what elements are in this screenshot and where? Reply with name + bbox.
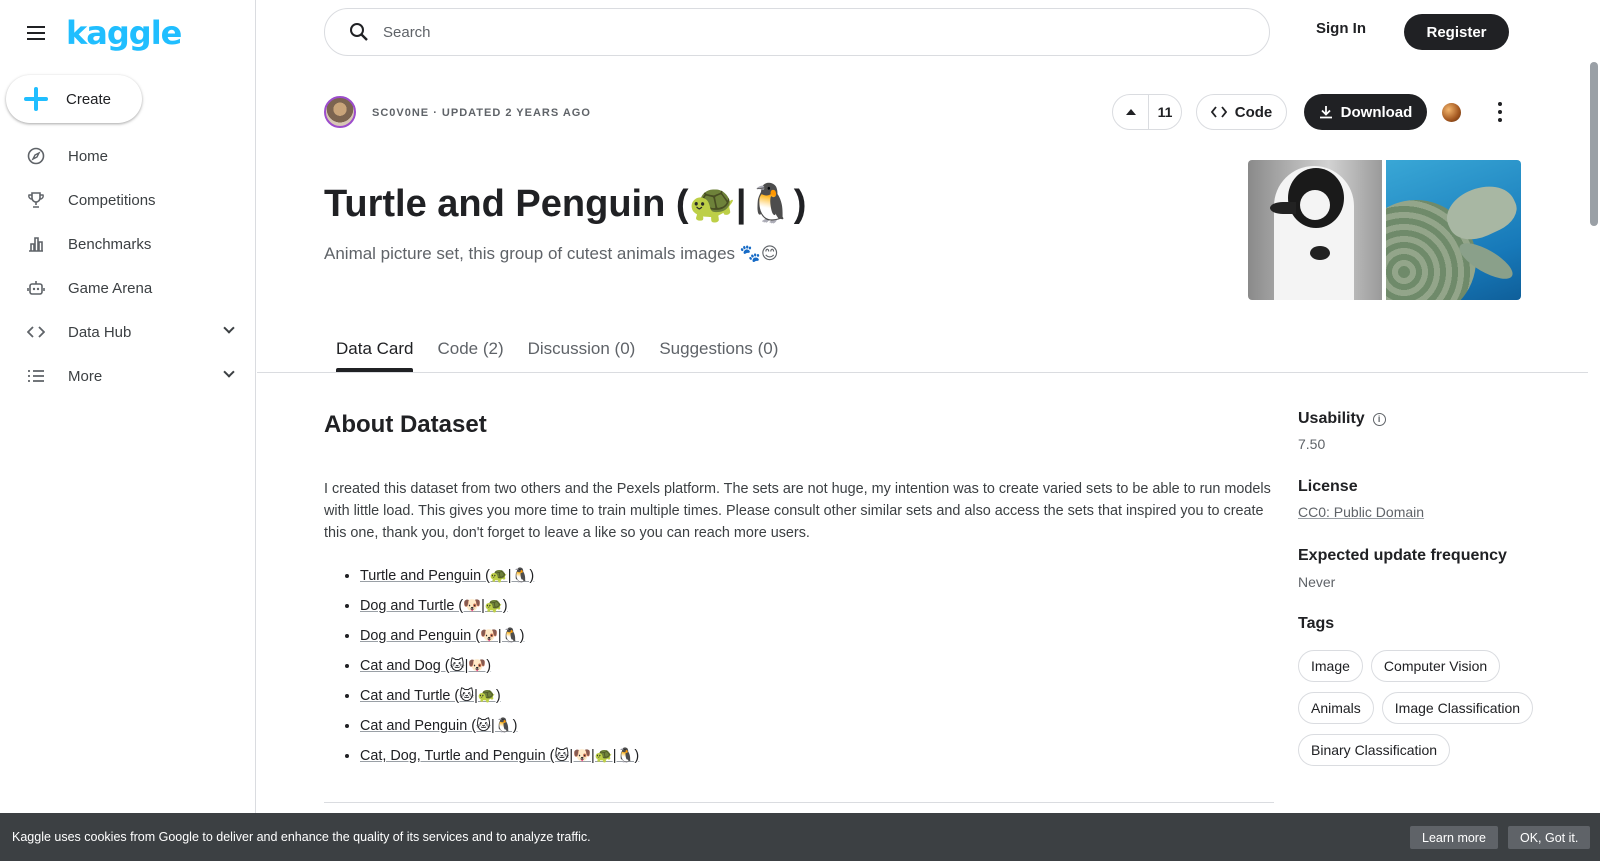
tag-chip[interactable]: Image Classification xyxy=(1381,692,1534,724)
dataset-meta: SC0V0NE · UPDATED 2 YEARS AGO xyxy=(372,107,591,119)
cookie-banner: Kaggle uses cookies from Google to deliv… xyxy=(0,813,1600,861)
download-button-label: Download xyxy=(1340,103,1413,121)
about-heading: About Dataset xyxy=(324,411,487,438)
dataset-title: Turtle and Penguin (🐢|🐧) xyxy=(324,183,807,225)
sidebar-item-game-arena[interactable]: Game Arena xyxy=(0,266,255,310)
hamburger-menu-icon[interactable] xyxy=(24,21,48,45)
tag-chip[interactable]: Binary Classification xyxy=(1298,734,1451,766)
tab-discussion[interactable]: Discussion (0) xyxy=(516,326,648,372)
list-item: Cat and Turtle (🐱|🐢) xyxy=(360,686,639,716)
tags-list: Image Computer Vision Animals Image Clas… xyxy=(1298,650,1548,766)
medal-badge-icon[interactable] xyxy=(1442,103,1461,122)
upvote-arrow-icon[interactable] xyxy=(1113,95,1149,129)
dataset-tabs: Data Card Code (2) Discussion (0) Sugges… xyxy=(324,326,790,372)
tab-suggestions[interactable]: Suggestions (0) xyxy=(647,326,790,372)
owner-avatar[interactable] xyxy=(324,96,356,128)
chevron-down-icon[interactable] xyxy=(223,366,235,378)
dataset-link[interactable]: Cat and Penguin (🐱|🐧) xyxy=(360,718,517,734)
code-button-label: Code xyxy=(1234,103,1273,121)
tag-chip[interactable]: Image xyxy=(1298,650,1363,682)
tag-chip[interactable]: Animals xyxy=(1298,692,1374,724)
usability-value: 7.50 xyxy=(1298,436,1326,452)
kaggle-logo[interactable]: kaggle xyxy=(66,14,182,52)
frequency-value: Never xyxy=(1298,574,1336,590)
sidebar-item-label: Game Arena xyxy=(68,279,153,297)
more-options-icon[interactable] xyxy=(1494,102,1506,122)
upvote-control: 11 xyxy=(1112,94,1182,130)
plus-icon xyxy=(24,87,48,111)
list-item: Cat and Dog (🐱|🐶) xyxy=(360,656,639,686)
bar-chart-icon xyxy=(26,234,46,254)
vote-count[interactable]: 11 xyxy=(1149,95,1181,129)
list-item: Dog and Penguin (🐶|🐧) xyxy=(360,626,639,656)
tag-chip[interactable]: Computer Vision xyxy=(1370,650,1501,682)
sidebar-item-label: Benchmarks xyxy=(68,235,152,253)
robot-icon xyxy=(26,278,46,298)
dataset-side-panel: Usability i 7.50 License CC0: Public Dom… xyxy=(1298,410,1548,766)
tab-code[interactable]: Code (2) xyxy=(425,326,515,372)
dataset-subtitle: Animal picture set, this group of cutest… xyxy=(324,244,779,263)
list-item: Cat, Dog, Turtle and Penguin (🐱|🐶|🐢|🐧) xyxy=(360,746,639,776)
cookie-ok-button[interactable]: OK, Got it. xyxy=(1508,826,1591,849)
download-icon xyxy=(1319,106,1332,119)
sidebar-item-data-hub[interactable]: Data Hub xyxy=(0,310,255,354)
dataset-link[interactable]: Dog and Turtle (🐶|🐢) xyxy=(360,598,508,614)
compass-icon xyxy=(26,146,46,166)
learn-more-button[interactable]: Learn more xyxy=(1410,826,1498,849)
sidebar-nav: Home Competitions Benchmarks Game Arena … xyxy=(0,134,255,398)
frequency-heading: Expected update frequency xyxy=(1298,547,1507,564)
trophy-icon xyxy=(26,190,46,210)
sidebar-item-more[interactable]: More xyxy=(0,354,255,398)
code-brackets-icon xyxy=(26,322,46,342)
turtle-thumbnail xyxy=(1386,160,1521,300)
dataset-link[interactable]: Cat and Turtle (🐱|🐢) xyxy=(360,688,501,704)
license-link[interactable]: CC0: Public Domain xyxy=(1298,504,1424,520)
chevron-down-icon[interactable] xyxy=(223,322,235,334)
sidebar: kaggle Create Home Competitions Benchmar… xyxy=(0,0,256,861)
sidebar-item-label: Home xyxy=(68,147,109,165)
usability-heading: Usability i xyxy=(1298,410,1548,428)
dataset-link[interactable]: Turtle and Penguin (🐢|🐧) xyxy=(360,568,534,584)
tab-data-card[interactable]: Data Card xyxy=(324,326,425,372)
dataset-link[interactable]: Dog and Penguin (🐶|🐧) xyxy=(360,628,524,644)
search-icon xyxy=(350,23,368,41)
code-brackets-icon xyxy=(1210,106,1227,118)
dataset-link[interactable]: Cat and Dog (🐱|🐶) xyxy=(360,658,491,674)
license-heading: License xyxy=(1298,478,1358,495)
download-button[interactable]: Download xyxy=(1304,94,1427,130)
sidebar-item-label: More xyxy=(68,367,103,385)
sidebar-item-benchmarks[interactable]: Benchmarks xyxy=(0,222,255,266)
about-paragraph: I created this dataset from two others a… xyxy=(324,481,1271,541)
list-icon xyxy=(26,366,46,386)
create-button[interactable]: Create xyxy=(6,75,142,123)
sidebar-item-label: Data Hub xyxy=(68,323,132,341)
sidebar-item-competitions[interactable]: Competitions xyxy=(0,178,255,222)
dataset-thumbnails xyxy=(1248,160,1521,300)
search-bar[interactable] xyxy=(324,8,1270,56)
code-button[interactable]: Code xyxy=(1196,94,1287,130)
related-datasets-list: Turtle and Penguin (🐢|🐧) Dog and Turtle … xyxy=(360,566,639,776)
usability-label: Usability xyxy=(1298,410,1365,427)
tabs-divider xyxy=(257,372,1588,373)
sign-in-button[interactable]: Sign In xyxy=(1316,20,1366,37)
penguin-thumbnail xyxy=(1248,160,1382,300)
brand: kaggle xyxy=(24,14,182,52)
create-label: Create xyxy=(66,90,112,108)
dataset-link[interactable]: Cat, Dog, Turtle and Penguin (🐱|🐶|🐢|🐧) xyxy=(360,748,639,764)
section-divider xyxy=(324,802,1274,803)
sidebar-item-home[interactable]: Home xyxy=(0,134,255,178)
tags-heading: Tags xyxy=(1298,615,1335,632)
sidebar-item-label: Competitions xyxy=(68,191,156,209)
list-item: Dog and Turtle (🐶|🐢) xyxy=(360,596,639,626)
page-scrollbar[interactable] xyxy=(1590,62,1598,226)
register-button[interactable]: Register xyxy=(1404,14,1509,50)
cookie-text: Kaggle uses cookies from Google to deliv… xyxy=(12,830,591,844)
info-icon[interactable]: i xyxy=(1372,412,1386,426)
list-item: Turtle and Penguin (🐢|🐧) xyxy=(360,566,639,596)
search-input[interactable] xyxy=(383,23,1183,41)
list-item: Cat and Penguin (🐱|🐧) xyxy=(360,716,639,746)
